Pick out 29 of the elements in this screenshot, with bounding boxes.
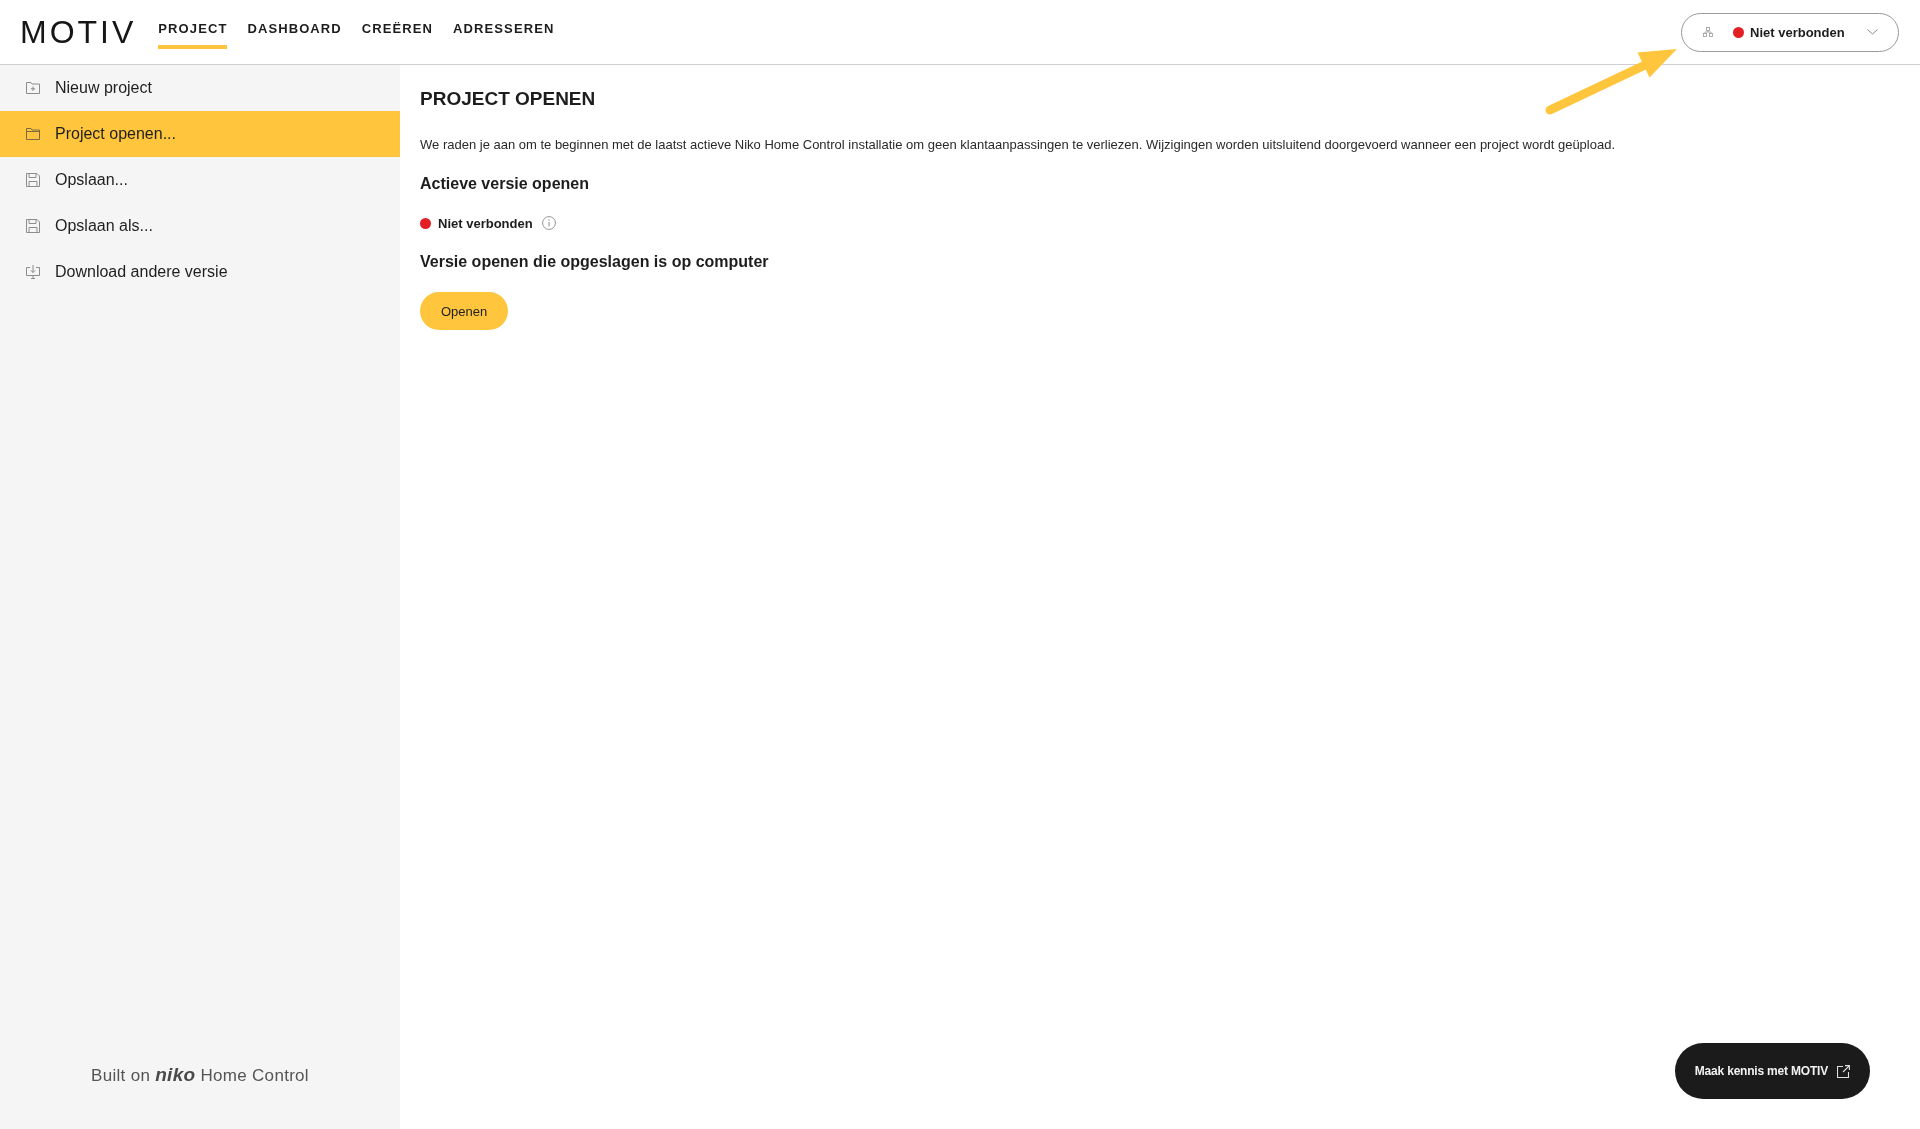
- nav-tab[interactable]: ADRESSEREN: [453, 15, 555, 49]
- nav-tab[interactable]: CREËREN: [361, 15, 434, 49]
- chevron-down-icon: [1867, 29, 1878, 35]
- folder-plus-icon: [26, 82, 40, 94]
- connection-status: Niet verbonden: [1750, 24, 1845, 40]
- connection-dropdown[interactable]: Niet verbonden: [1681, 12, 1899, 52]
- info-icon: [541, 216, 556, 230]
- built-on-credit: Built on niko Home Control: [91, 1064, 309, 1086]
- sidebar-item[interactable]: Nieuw project: [0, 65, 400, 111]
- connection-status: Niet verbonden: [438, 215, 533, 231]
- promo-button[interactable]: Maak kennis met MOTIV: [1674, 1043, 1870, 1099]
- sidebar-item[interactable]: Opslaan...: [0, 157, 400, 203]
- nav-tab[interactable]: PROJECT: [158, 15, 228, 49]
- nav-tab[interactable]: DASHBOARD: [247, 15, 342, 49]
- page-title: PROJECT OPENEN: [420, 87, 596, 111]
- network-icon: [1703, 27, 1713, 37]
- open-button[interactable]: Openen: [420, 292, 509, 330]
- logo: MOTIV: [20, 16, 137, 48]
- section-heading: Actieve versie openen: [420, 174, 589, 194]
- section-heading: Versie openen die opgeslagen is op computer: [420, 252, 769, 272]
- folder-icon: [26, 128, 40, 140]
- floppy-disk-icon: [26, 219, 40, 233]
- sidebar-item[interactable]: Project openen...: [0, 111, 400, 157]
- download-icon: [26, 265, 40, 279]
- sidebar-item[interactable]: Opslaan als...: [0, 203, 400, 249]
- sidebar-item[interactable]: Download andere versie: [0, 249, 400, 295]
- floppy-disk-icon: [26, 173, 40, 187]
- external-link-icon: [1837, 1064, 1850, 1078]
- intro-text: We raden je aan om te beginnen met de laatst actieve Niko Home Control installatie om geen klantaanpassingen te verliezen. Wijzigingen worden uitsluitend doorgevoerd wanneer een project wordt geüpload.: [420, 136, 1616, 154]
